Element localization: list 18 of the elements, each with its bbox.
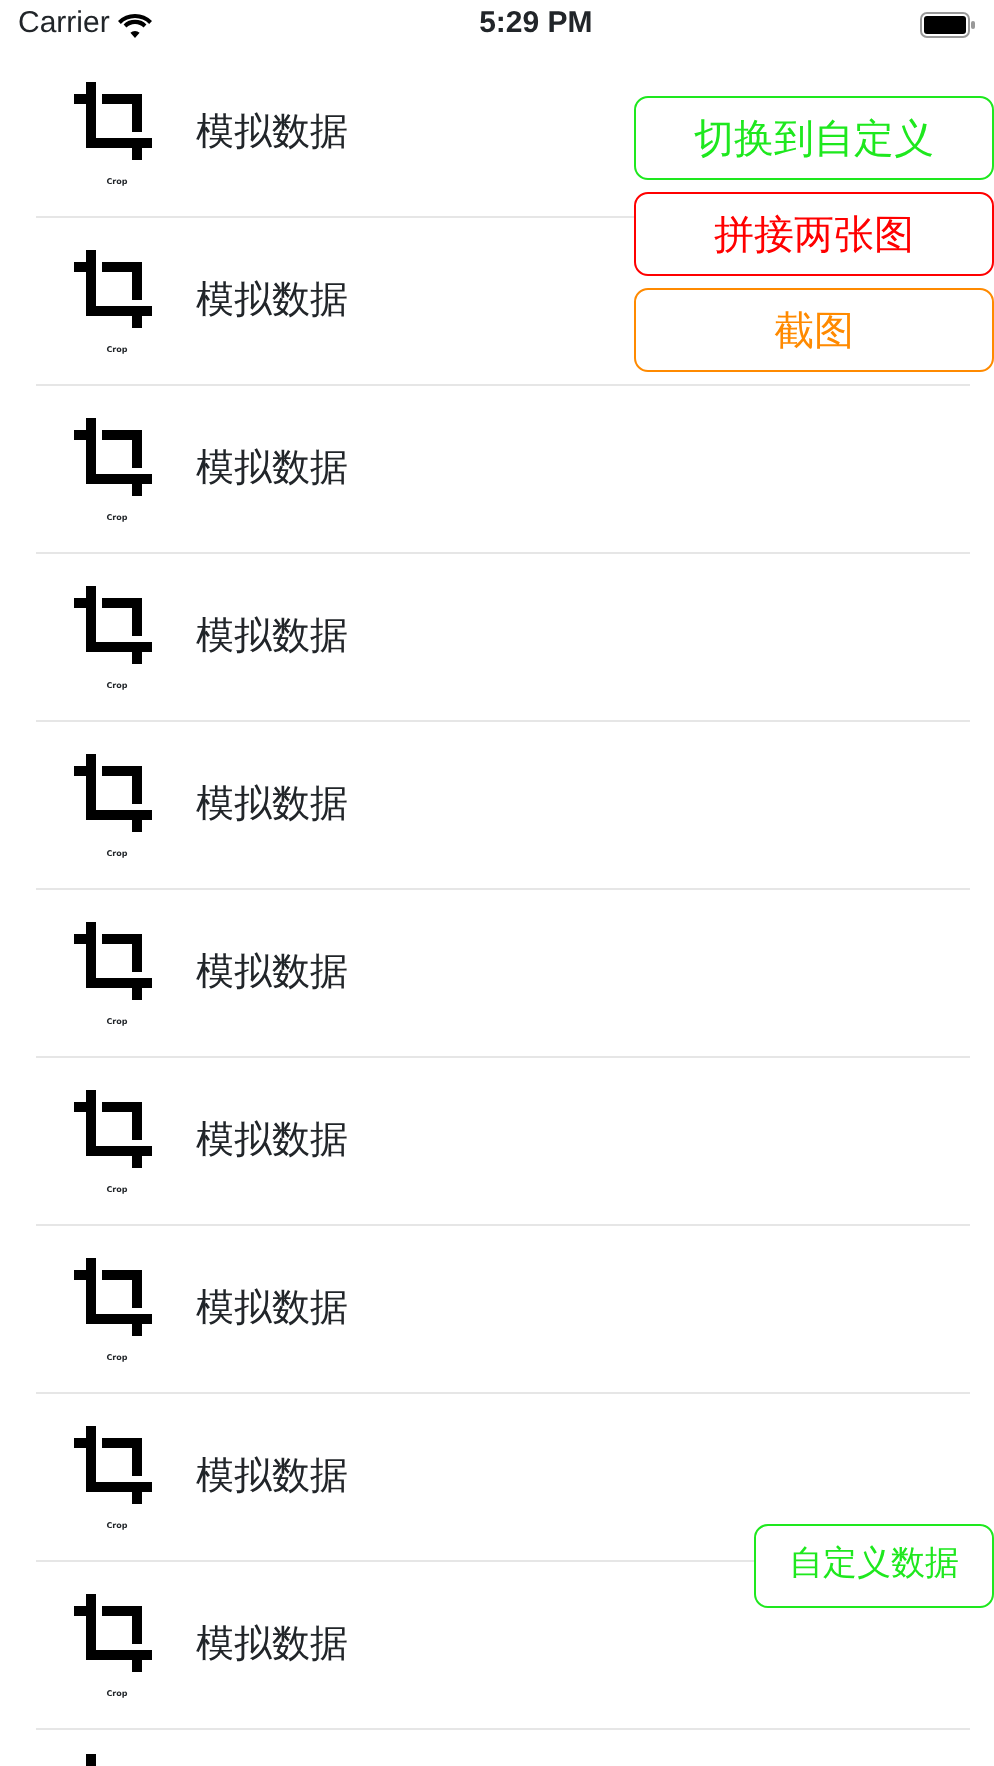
row-title: 模拟数据 [196,1284,348,1335]
row-title: 模拟数据 [196,108,348,159]
battery-icon [919,12,976,38]
wifi-icon [117,13,152,37]
row-title: 模拟数据 [196,276,348,327]
action-button[interactable]: 切换到自定义 [634,96,994,180]
row-title: 模拟数据 [196,444,348,495]
row-title: 模拟数据 [196,612,348,663]
row-title: 模拟数据 [196,1620,348,1671]
action-button[interactable]: 拼接两张图 [634,192,994,276]
row-title: 模拟数据 [196,780,348,831]
action-button[interactable]: 截图 [634,288,994,372]
row-title: 模拟数据 [196,1116,348,1167]
row-title: 模拟数据 [196,948,348,999]
custom-data-button[interactable]: 自定义数据 [754,1524,994,1608]
carrier-label: Carrier [18,4,110,45]
time-label: 5:29 PM [479,4,593,45]
row-title: 模拟数据 [196,1452,348,1503]
